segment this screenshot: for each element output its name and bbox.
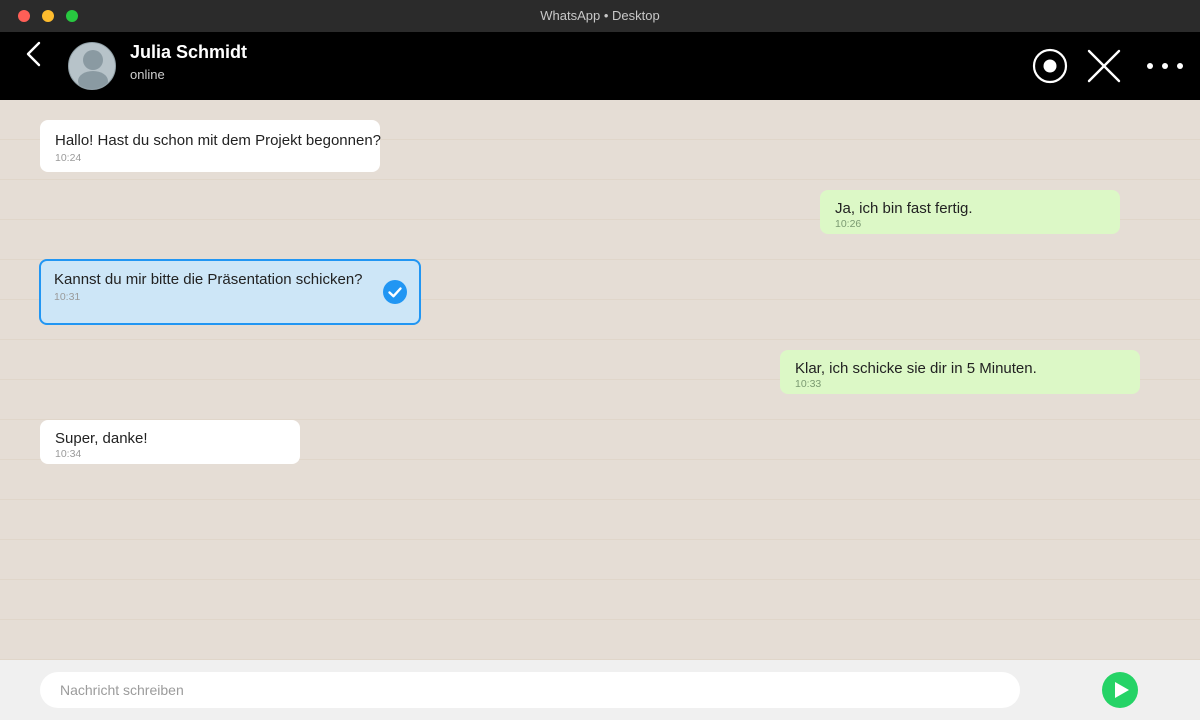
message-bubble-outgoing[interactable]: Klar, ich schicke sie dir in 5 Minuten. …: [780, 350, 1140, 394]
message-time: 10:24: [55, 152, 82, 164]
send-icon: [1115, 682, 1129, 698]
selected-check-icon[interactable]: [383, 280, 407, 304]
message-text: Kannst du mir bitte die Präsentation sch…: [54, 271, 363, 288]
back-button[interactable]: [20, 40, 48, 68]
title-bar: WhatsApp • Desktop: [0, 0, 1200, 32]
more-options-button[interactable]: [1142, 52, 1188, 80]
message-time: 10:33: [795, 378, 822, 390]
message-bubble-selected[interactable]: Kannst du mir bitte die Präsentation sch…: [39, 259, 421, 325]
message-text: Klar, ich schicke sie dir in 5 Minuten.: [795, 360, 1037, 377]
contact-status: online: [130, 67, 165, 82]
message-bubble-outgoing[interactable]: Ja, ich bin fast fertig. 10:26: [820, 190, 1120, 234]
message-bubble-incoming[interactable]: Super, danke! 10:34: [40, 420, 300, 464]
message-time: 10:34: [55, 448, 82, 460]
message-time: 10:31: [54, 291, 81, 303]
chat-header: Julia Schmidt online: [0, 32, 1200, 100]
record-icon: [1032, 48, 1068, 84]
send-button[interactable]: [1102, 672, 1138, 708]
message-bubble-incoming[interactable]: Hallo! Hast du schon mit dem Projekt beg…: [40, 120, 382, 172]
message-list[interactable]: Hallo! Hast du schon mit dem Projekt beg…: [0, 100, 1200, 660]
message-text: Super, danke!: [55, 430, 148, 447]
message-input[interactable]: [40, 672, 1020, 708]
more-horizontal-icon: [1147, 63, 1183, 69]
message-text: Ja, ich bin fast fertig.: [835, 200, 973, 217]
message-text: Hallo! Hast du schon mit dem Projekt beg…: [55, 132, 382, 149]
close-icon: [1087, 49, 1121, 83]
message-time: 10:26: [835, 218, 862, 230]
contact-avatar[interactable]: [68, 42, 116, 90]
chevron-left-icon: [26, 41, 41, 67]
window-title: WhatsApp • Desktop: [540, 8, 660, 23]
close-chat-button[interactable]: [1086, 48, 1122, 84]
composer-bar: [0, 660, 1200, 720]
record-button[interactable]: [1032, 48, 1068, 84]
user-avatar-icon: [78, 50, 108, 89]
contact-name[interactable]: Julia Schmidt: [130, 42, 247, 63]
